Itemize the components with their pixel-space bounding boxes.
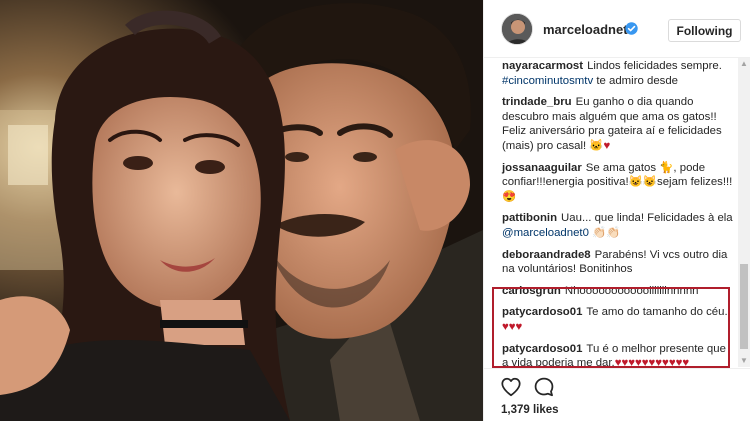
heart-outline-icon[interactable] (500, 376, 522, 398)
comment-text: sejam felizes!!! (657, 176, 733, 189)
heart-emoji-icon: ♥ (603, 139, 611, 152)
emoji-icon: 😺😺 (628, 176, 658, 189)
comment-text: Nhoooooooooooiiiiiiinnnnn (564, 284, 699, 297)
comment-item: nayaracarmost Lindos felicidades sempre. … (502, 59, 733, 88)
comment-text: Uau... que linda! Felicidades à ela (561, 212, 733, 225)
comment-author[interactable]: nayaracarmost (502, 60, 583, 72)
comment-author[interactable]: carlosgrun (502, 285, 561, 297)
comment-item: pattibonin Uau... que linda! Felicidades … (502, 211, 733, 240)
post-header: marceloadnet0 Following (484, 0, 750, 58)
scroll-down-arrow-icon[interactable]: ▼ (738, 355, 750, 367)
comment-text: Te amo do tamanho do céu. (586, 306, 728, 319)
post-actions: 1,379 likes (484, 368, 750, 421)
emoji-icon: 🐈 (659, 161, 674, 174)
comment-author[interactable]: jossanaaguilar (502, 162, 582, 174)
emoji-icon: 👏🏻👏🏻 (592, 226, 621, 239)
couple-selfie-image (0, 0, 483, 421)
comments-list[interactable]: nayaracarmost Lindos felicidades sempre. … (484, 58, 740, 368)
comment-bubble-icon[interactable] (533, 376, 555, 398)
comment-item: carlosgrun Nhoooooooooooiiiiiiinnnnn (502, 284, 733, 299)
emoji-icon: 😍 (502, 190, 517, 203)
comment-author[interactable]: deboraandrade8 (502, 249, 591, 261)
comment-item: patycardoso01 Te amo do tamanho do céu. ♥… (502, 305, 733, 334)
scroll-thumb[interactable] (740, 264, 748, 349)
comment-text: te admiro desde (593, 74, 679, 87)
comment-item: jossanaaguilar Se ama gatos 🐈, pode confi… (502, 161, 733, 205)
comment-item: deboraandrade8 Parabéns! Vi vcs outro dia… (502, 248, 733, 277)
comment-text: Se ama gatos (585, 161, 660, 174)
likes-count[interactable]: 1,379 likes (501, 404, 559, 416)
comments-scrollbar[interactable]: ▲ ▼ (738, 58, 750, 367)
following-button[interactable]: Following (668, 19, 741, 42)
avatar[interactable] (501, 13, 533, 45)
post-photo[interactable] (0, 0, 483, 421)
verified-badge-icon (625, 22, 638, 35)
heart-emoji-icon: ♥♥♥ (502, 320, 523, 333)
post-side-panel: marceloadnet0 Following nayaracarmost Lin… (483, 0, 750, 421)
heart-emoji-icon: ♥♥♥♥♥♥♥♥♥♥♥ (614, 357, 690, 368)
emoji-icon: 🐱 (589, 139, 604, 152)
comment-author[interactable]: patycardoso01 (502, 306, 582, 318)
mention-link[interactable]: @marceloadnet0 (502, 227, 589, 239)
scroll-up-arrow-icon[interactable]: ▲ (738, 58, 750, 70)
comment-item: patycardoso01 Tu é o melhor presente que … (502, 342, 733, 369)
comment-text: Lindos felicidades sempre. (587, 60, 722, 72)
hashtag-link[interactable]: #cincominutosmtv (502, 75, 593, 87)
comment-author[interactable]: trindade_bru (502, 96, 572, 108)
comment-author[interactable]: pattibonin (502, 212, 557, 224)
comment-item: trindade_bru Eu ganho o dia quando descub… (502, 95, 733, 153)
comment-author[interactable]: patycardoso01 (502, 343, 582, 355)
username[interactable]: marceloadnet0 (543, 22, 635, 37)
instagram-post: marceloadnet0 Following nayaracarmost Lin… (0, 0, 750, 421)
